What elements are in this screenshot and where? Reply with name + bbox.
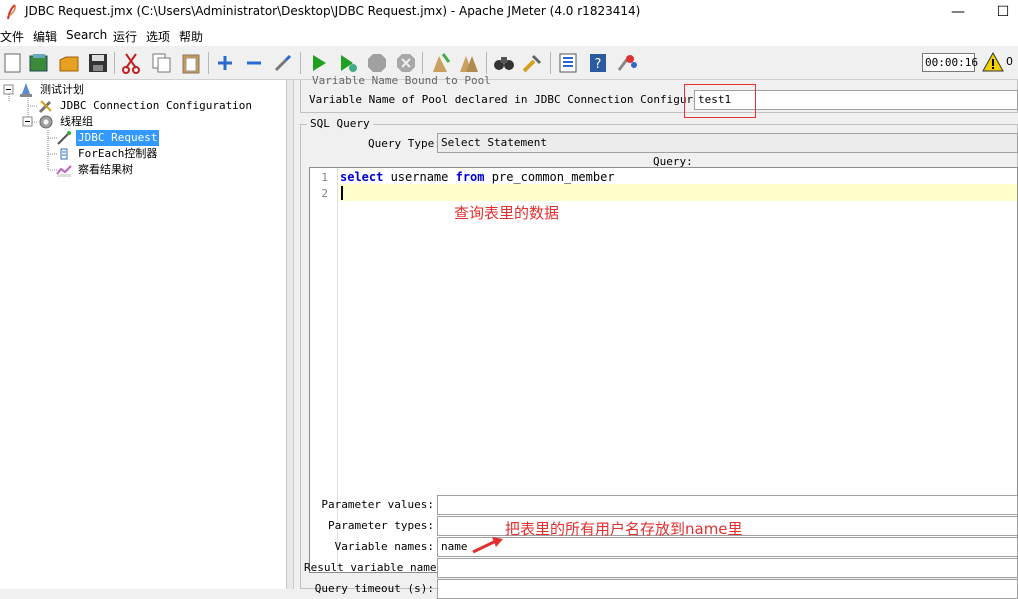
text-caret xyxy=(341,186,343,200)
start-no-pause-icon[interactable] xyxy=(337,52,359,74)
clear-all-icon[interactable] xyxy=(458,52,480,74)
toggle-icon[interactable] xyxy=(272,52,294,74)
highlight-box xyxy=(684,84,756,118)
jmeter-feather-icon xyxy=(7,4,16,20)
elapsed-timer: 00:00:16 xyxy=(922,53,978,72)
search-icon[interactable] xyxy=(493,52,515,74)
warning-count: 0 xyxy=(1006,55,1013,68)
sql-keyword: select xyxy=(340,170,384,184)
line-number: 2 xyxy=(321,187,328,200)
collapse-icon[interactable] xyxy=(243,52,265,74)
menu-bar: 文件 编辑 Search 运行 选项 帮助 xyxy=(0,24,1018,46)
templates-icon[interactable] xyxy=(28,52,50,74)
copy-icon[interactable] xyxy=(151,52,173,74)
pool-group-title: Variable Name Bound to Pool xyxy=(312,74,491,87)
save-icon[interactable] xyxy=(87,52,109,74)
test-plan-icon xyxy=(20,83,32,97)
config-wrench-icon xyxy=(38,100,52,114)
parameter-values-input[interactable] xyxy=(437,495,1018,515)
query-type-label: Query Type: xyxy=(368,137,441,150)
result-variable-name-input[interactable] xyxy=(437,558,1018,578)
menu-help[interactable]: 帮助 xyxy=(179,28,203,45)
help-icon[interactable]: ? xyxy=(587,52,609,74)
jdbc-request-panel: Variable Name Bound to Pool Variable Nam… xyxy=(294,74,1018,599)
toolbar-separator xyxy=(550,52,551,74)
parameter-types-label: Parameter types: xyxy=(328,519,434,532)
query-annotation: 查询表里的数据 xyxy=(454,204,560,222)
thread-group-gear-icon xyxy=(39,115,53,129)
svg-text:?: ? xyxy=(595,57,602,72)
line-number: 1 xyxy=(321,171,328,184)
minimize-button[interactable]: — xyxy=(948,2,968,22)
pool-variable-label: Variable Name of Pool declared in JDBC C… xyxy=(309,93,733,106)
paste-icon[interactable] xyxy=(180,52,202,74)
test-plan-tree: 测试计划 JDBC Connection Configuration 线程组 J… xyxy=(0,80,286,589)
new-icon[interactable] xyxy=(2,52,24,74)
menu-edit[interactable]: 编辑 xyxy=(33,28,57,45)
open-icon[interactable] xyxy=(58,52,80,74)
stop-icon[interactable] xyxy=(366,52,388,74)
warning-icon[interactable] xyxy=(982,51,1004,73)
query-timeout-input[interactable] xyxy=(437,579,1018,599)
toolbar: ? 00:00:16 0 xyxy=(0,46,1018,80)
shutdown-icon[interactable] xyxy=(395,52,417,74)
clear-icon[interactable] xyxy=(429,52,451,74)
remote-icon[interactable] xyxy=(616,52,638,74)
parameter-values-label: Parameter values: xyxy=(321,498,434,511)
cut-icon[interactable] xyxy=(120,52,142,74)
sql-query-group-title: SQL Query xyxy=(307,117,373,130)
result-variable-name-label: Result variable name: xyxy=(304,561,444,574)
menu-options[interactable]: 选项 xyxy=(146,28,170,45)
expand-icon[interactable] xyxy=(214,52,236,74)
code-line-1: select username from pre_common_member xyxy=(340,170,615,184)
controller-icon xyxy=(60,148,68,160)
toolbar-separator xyxy=(422,52,423,74)
toolbar-separator xyxy=(114,52,115,74)
maximize-button[interactable]: ☐ xyxy=(993,2,1013,22)
variable-annotation: 把表里的所有用户名存放到name里 xyxy=(505,520,743,538)
query-type-select[interactable]: Select Statement xyxy=(437,133,1018,153)
annotation-arrow-icon xyxy=(472,537,503,554)
title-bar: JDBC Request.jmx (C:\Users\Administrator… xyxy=(0,0,1018,24)
sql-text: username xyxy=(383,170,456,184)
function-helper-icon[interactable] xyxy=(557,52,579,74)
reset-search-icon[interactable] xyxy=(521,52,543,74)
toolbar-separator xyxy=(486,52,487,74)
toolbar-separator xyxy=(300,52,301,74)
sql-text: pre_common_member xyxy=(484,170,615,184)
menu-run[interactable]: 运行 xyxy=(113,28,137,45)
window-title: JDBC Request.jmx (C:\Users\Administrator… xyxy=(25,4,641,18)
pane-splitter[interactable] xyxy=(286,80,294,589)
listener-chart-icon xyxy=(56,165,72,177)
variable-names-input[interactable]: name xyxy=(437,537,1018,557)
sql-keyword: from xyxy=(455,170,485,184)
line-number-gutter: 1 2 xyxy=(310,168,338,572)
current-line-highlight xyxy=(339,184,1017,201)
menu-file[interactable]: 文件 xyxy=(0,28,24,45)
toolbar-separator xyxy=(208,52,209,74)
menu-search[interactable]: Search xyxy=(66,28,107,42)
start-icon[interactable] xyxy=(308,52,330,74)
sampler-pipette-icon xyxy=(57,131,71,145)
variable-names-label: Variable names: xyxy=(334,540,434,553)
